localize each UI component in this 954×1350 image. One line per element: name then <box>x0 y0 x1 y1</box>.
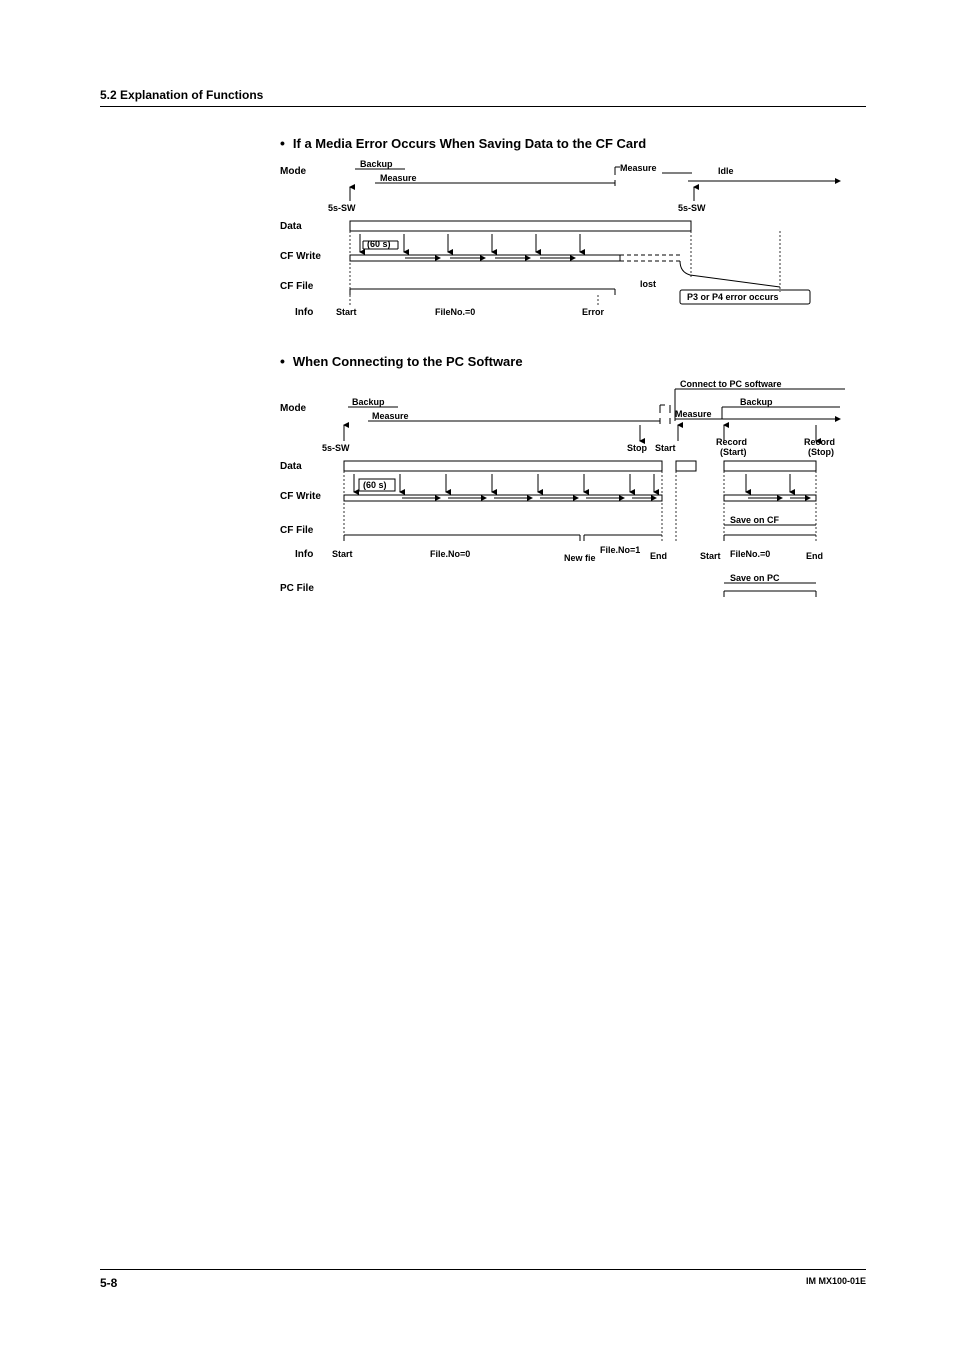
d1-sw2: 5s-SW <box>678 203 706 213</box>
label-data2: Data <box>280 461 302 472</box>
d1-error: Error <box>582 307 605 317</box>
footer: 5-8 IM MX100-01E <box>100 1269 866 1290</box>
label-cffile: CF File <box>280 281 314 292</box>
page-number: 5-8 <box>100 1276 117 1290</box>
d2-stop: Stop <box>627 443 647 453</box>
label-info: Info <box>295 307 313 318</box>
label-cffile2: CF File <box>280 525 314 536</box>
d2-start2: Start <box>655 443 676 453</box>
d2-measure2: Measure <box>675 409 712 419</box>
label-data: Data <box>280 221 302 232</box>
diagram-1: Mode Data CF Write CF File Info Backup M… <box>280 157 866 327</box>
d2-recstop: Record <box>804 437 835 447</box>
d1-lost: lost <box>640 279 656 289</box>
d1-measure2: Measure <box>620 163 657 173</box>
d1-sw1: 5s-SW <box>328 203 356 213</box>
d2-recstart2: (Start) <box>720 447 747 457</box>
d2-newfie: New fie <box>564 553 596 563</box>
label-mode2: Mode <box>280 403 307 414</box>
d1-backup: Backup <box>360 159 393 169</box>
d2-measure: Measure <box>372 411 409 421</box>
d1-measure: Measure <box>380 173 417 183</box>
d2-end2: End <box>806 551 823 561</box>
bullet-icon: • <box>280 135 285 151</box>
d1-errorbox: P3 or P4 error occurs <box>687 292 779 302</box>
d1-fileno: FileNo.=0 <box>435 307 475 317</box>
d2-sw: 5s-SW <box>322 443 350 453</box>
section-header: 5.2 Explanation of Functions <box>100 88 866 107</box>
d2-connect: Connect to PC software <box>680 379 782 389</box>
bullet-icon: • <box>280 353 285 369</box>
d2-recstart: Record <box>716 437 747 447</box>
bullet-2-text: When Connecting to the PC Software <box>293 354 523 369</box>
d2-recstop2: (Stop) <box>808 447 834 457</box>
d2-sixty: (60 s) <box>363 480 387 490</box>
d2-start: Start <box>332 549 353 559</box>
d1-start: Start <box>336 307 357 317</box>
bullet-1: • If a Media Error Occurs When Saving Da… <box>280 135 866 151</box>
d2-fn0b: FileNo.=0 <box>730 549 770 559</box>
d2-backup: Backup <box>352 397 385 407</box>
d2-savecf: Save on CF <box>730 515 780 525</box>
doc-id: IM MX100-01E <box>806 1276 866 1290</box>
label-cfwrite2: CF Write <box>280 491 321 502</box>
d1-idle: Idle <box>718 166 734 176</box>
label-info2: Info <box>295 549 313 560</box>
d2-fn1: File.No=1 <box>600 545 640 555</box>
bullet-1-text: If a Media Error Occurs When Saving Data… <box>293 136 646 151</box>
label-pcfile: PC File <box>280 583 314 594</box>
bullet-2: • When Connecting to the PC Software <box>280 353 866 369</box>
label-cfwrite: CF Write <box>280 251 321 262</box>
d2-start3: Start <box>700 551 721 561</box>
d2-backup2: Backup <box>740 397 773 407</box>
label-mode: Mode <box>280 166 307 177</box>
d2-end: End <box>650 551 667 561</box>
diagram-2: Mode Data CF Write CF File Info PC File … <box>280 375 866 605</box>
d2-fn0: File.No=0 <box>430 549 470 559</box>
d2-savepc: Save on PC <box>730 573 780 583</box>
